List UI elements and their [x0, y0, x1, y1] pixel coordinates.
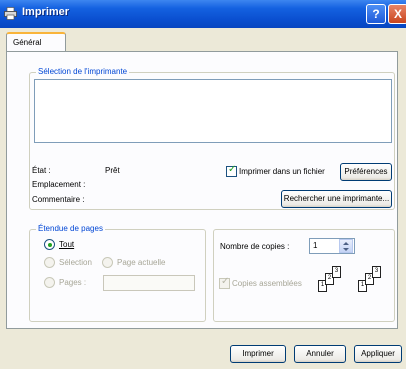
title-bar[interactable]: Imprimer ? X [0, 0, 406, 28]
printer-selection-title: Sélection de l'imprimante [36, 67, 130, 76]
print-dialog: Imprimer ? X Général Sélection de l'impr… [0, 0, 406, 369]
page-range-title: Étendue de pages [36, 224, 105, 233]
collate-preview-icon: 1 2 3 1 2 3 [318, 264, 392, 298]
collate-label[interactable]: Copies assemblées [232, 279, 302, 288]
collate-page-icon: 3 [372, 266, 381, 278]
tab-general[interactable]: Général [6, 32, 66, 52]
close-button[interactable]: X [388, 4, 406, 24]
cancel-button[interactable]: Annuler [294, 345, 346, 363]
pages-label[interactable]: Pages : [59, 278, 86, 287]
current-page-radio[interactable] [102, 257, 113, 268]
copies-number-input[interactable]: 1 [309, 238, 355, 254]
preferences-button[interactable]: Préférences [340, 163, 392, 181]
current-page-label[interactable]: Page actuelle [117, 258, 165, 267]
pages-radio[interactable] [44, 277, 55, 288]
print-to-file-checkbox[interactable] [226, 164, 237, 177]
help-button[interactable]: ? [366, 4, 386, 24]
all-pages-radio[interactable] [44, 239, 55, 250]
print-to-file-label[interactable]: Imprimer dans un fichier [239, 167, 325, 176]
find-printer-button[interactable]: Rechercher une imprimante... [281, 190, 392, 208]
status-label: État : [32, 166, 51, 175]
status-value: Prêt [105, 166, 120, 175]
print-button[interactable]: Imprimer [230, 345, 286, 363]
selection-label[interactable]: Sélection [59, 258, 92, 267]
copies-spinner[interactable] [339, 239, 353, 253]
tab-strip: Général [0, 28, 406, 52]
collate-checkbox[interactable] [219, 276, 230, 289]
window-title: Imprimer [22, 6, 70, 18]
spin-up-icon[interactable] [343, 242, 349, 245]
comment-label: Commentaire : [32, 195, 85, 204]
spin-down-icon[interactable] [343, 248, 349, 251]
collate-page-icon: 3 [332, 266, 341, 278]
printer-icon [4, 7, 17, 20]
copies-number-value: 1 [313, 241, 318, 250]
copies-number-label: Nombre de copies : [220, 242, 290, 251]
apply-button[interactable]: Appliquer [354, 345, 402, 363]
pages-input[interactable] [103, 275, 195, 291]
all-pages-label[interactable]: Tout [59, 240, 74, 249]
printer-list[interactable] [34, 79, 392, 143]
location-label: Emplacement : [32, 180, 86, 189]
selection-radio[interactable] [44, 257, 55, 268]
